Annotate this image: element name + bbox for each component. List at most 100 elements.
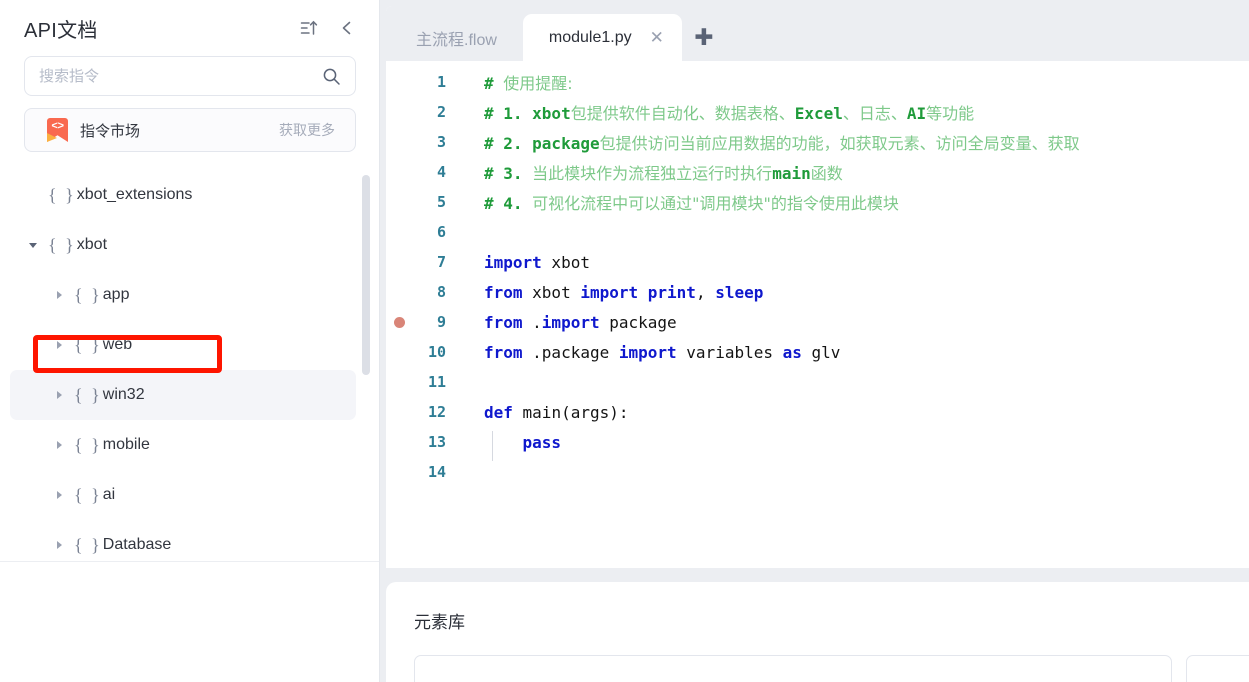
code-line[interactable]: 9 from .import package [386,307,1249,337]
line-number: 12 [427,403,446,421]
tree-item-mobile[interactable]: { } mobile [10,420,356,470]
code-line[interactable]: 8 from xbot import print, sleep [386,277,1249,307]
sidebar-scrollbar[interactable] [362,170,370,560]
tree-item-win32[interactable]: { } win32 [10,370,356,420]
code-token: # 2. package [484,134,600,153]
code-token: from [484,312,523,332]
code-token: (args): [561,402,629,422]
collapse-left-icon[interactable] [336,17,358,39]
editor-tabbar[interactable]: 主流程.flow module1.py ✕ ✚ [386,6,1249,61]
sidebar-header: API文档 [0,0,380,56]
code-token: import [618,342,677,362]
editor-tab-主流程.flow[interactable]: 主流程.flow [390,14,523,61]
element-filter-field[interactable] [1186,655,1249,682]
app-root: API文档 搜索指令 <> 指令市场 获取更多 {} xbot_extensi… [0,0,1249,682]
code-line-text[interactable]: # 3. 当此模块作为流程独立运行时执行main函数 [446,160,843,184]
code-line[interactable]: 1 # 使用提醒: [386,67,1249,97]
code-line-text[interactable]: pass [446,430,562,461]
namespace-braces-icon: { } [74,484,102,505]
code-line-text[interactable]: from xbot import print, sleep [446,283,763,302]
tree-item-label: Database [102,536,172,553]
namespace-braces-icon: { } [74,334,102,355]
code-line[interactable]: 13 pass [386,427,1249,461]
tree-item-xbot[interactable]: { } xbot [10,220,356,270]
namespace-braces-icon: { } [48,234,76,255]
tree-item-Database[interactable]: { } Database [10,520,356,560]
chevron-right-icon[interactable] [52,338,66,352]
code-token: 函数 [810,164,843,183]
tree-item-xbot_extensions[interactable]: { } xbot_extensions [10,170,356,220]
breakpoint-dot-icon[interactable] [393,316,405,328]
panel-splitter[interactable] [386,568,1249,582]
code-line-text[interactable]: # 使用提醒: [446,70,573,94]
code-line-text[interactable]: def main(args): [446,403,629,422]
code-line-text[interactable]: # 2. package包提供访问当前应用数据的功能，如获取元素、访问全局变量、… [446,130,1080,154]
code-bookmark-icon: <> [47,118,68,142]
code-token: import [580,282,639,302]
tree-item-ai[interactable]: { } ai [10,470,356,520]
code-token: 、日志、 [842,104,907,123]
code-token: def [484,402,513,422]
tree-item-web[interactable]: { } web [10,320,356,370]
instruction-market-label: 指令市场 [80,122,141,140]
indent-guide [492,430,493,461]
instruction-market-card[interactable]: <> 指令市场 获取更多 [24,108,356,152]
editor-tab-module1.py[interactable]: module1.py ✕ [522,14,682,61]
code-line[interactable]: 2 # 1. xbot包提供软件自动化、数据表格、Excel、日志、AI等功能 [386,97,1249,127]
code-line[interactable]: 7 import xbot [386,247,1249,277]
code-line-text[interactable]: from .package import variables as glv [446,343,840,362]
chevron-right-icon[interactable] [52,288,66,302]
chevron-right-icon[interactable] [52,388,66,402]
chevron-right-icon[interactable] [52,488,66,502]
code-line[interactable]: 3 # 2. package包提供访问当前应用数据的功能，如获取元素、访问全局变量… [386,127,1249,157]
chevron-down-icon[interactable] [26,238,40,252]
tree-item-label: ai [102,486,116,503]
code-line-text[interactable]: from .import package [446,313,677,332]
code-line-text[interactable]: import xbot [446,253,590,272]
line-number: 10 [427,343,446,361]
namespace-braces-icon: { } [74,434,102,455]
code-line[interactable]: 11 [386,367,1249,397]
code-line[interactable]: 14 [386,457,1249,487]
code-token: pass [522,432,562,452]
chevron-right-icon[interactable] [52,438,66,452]
chevron-right-icon[interactable] [52,538,66,552]
get-more-link[interactable]: 获取更多 [279,120,335,140]
code-line-text[interactable]: # 1. xbot包提供软件自动化、数据表格、Excel、日志、AI等功能 [446,100,974,124]
search-box[interactable] [24,56,356,96]
code-token: , [695,282,716,302]
code-line[interactable]: 5 # 4. 可视化流程中可以通过"调用模块"的指令使用此模块 [386,187,1249,217]
search-input[interactable] [39,67,322,85]
code-token: xbot [541,252,590,272]
code-line[interactable]: 6 [386,217,1249,247]
code-line-text[interactable]: # 4. 可视化流程中可以通过"调用模块"的指令使用此模块 [446,190,899,214]
line-number: 9 [436,313,446,331]
api-doc-sidebar: API文档 搜索指令 <> 指令市场 获取更多 {} xbot_extensi… [0,0,380,682]
code-token: as [782,342,802,362]
tree-item-label: mobile [102,436,150,453]
code-editor[interactable]: 1 # 使用提醒: 2 # 1. xbot包提供软件自动化、数据表格、Excel、日志… [386,61,1249,568]
namespace-braces-icon: { } [74,384,102,405]
sort-icon[interactable] [298,17,320,39]
search-icon[interactable] [322,67,341,86]
line-number: 4 [436,163,446,181]
search-section [0,56,380,96]
code-token: import [484,252,542,272]
line-number: 13 [427,433,446,451]
close-icon[interactable]: ✕ [650,29,664,46]
code-line[interactable]: 4 # 3. 当此模块作为流程独立运行时执行main函数 [386,157,1249,187]
line-number: 8 [436,283,446,301]
code-token: print [647,282,696,302]
breakpoint-gutter[interactable] [386,316,412,328]
sidebar-scrollbar-thumb[interactable] [362,175,370,375]
sidebar-splitter[interactable] [379,0,380,682]
sidebar-header-actions [298,17,358,39]
tree-item-app[interactable]: { } app [10,270,356,320]
api-tree[interactable]: { } xbot_extensions{ } xbot{ } app{ } web{ }… [0,170,380,560]
line-number: 1 [436,73,446,91]
code-line[interactable]: 10 from .package import variables as glv [386,337,1249,367]
element-search-field[interactable] [414,655,1172,682]
code-line[interactable]: 12 def main(args): [386,397,1249,427]
new-tab-button[interactable]: ✚ [682,14,726,61]
